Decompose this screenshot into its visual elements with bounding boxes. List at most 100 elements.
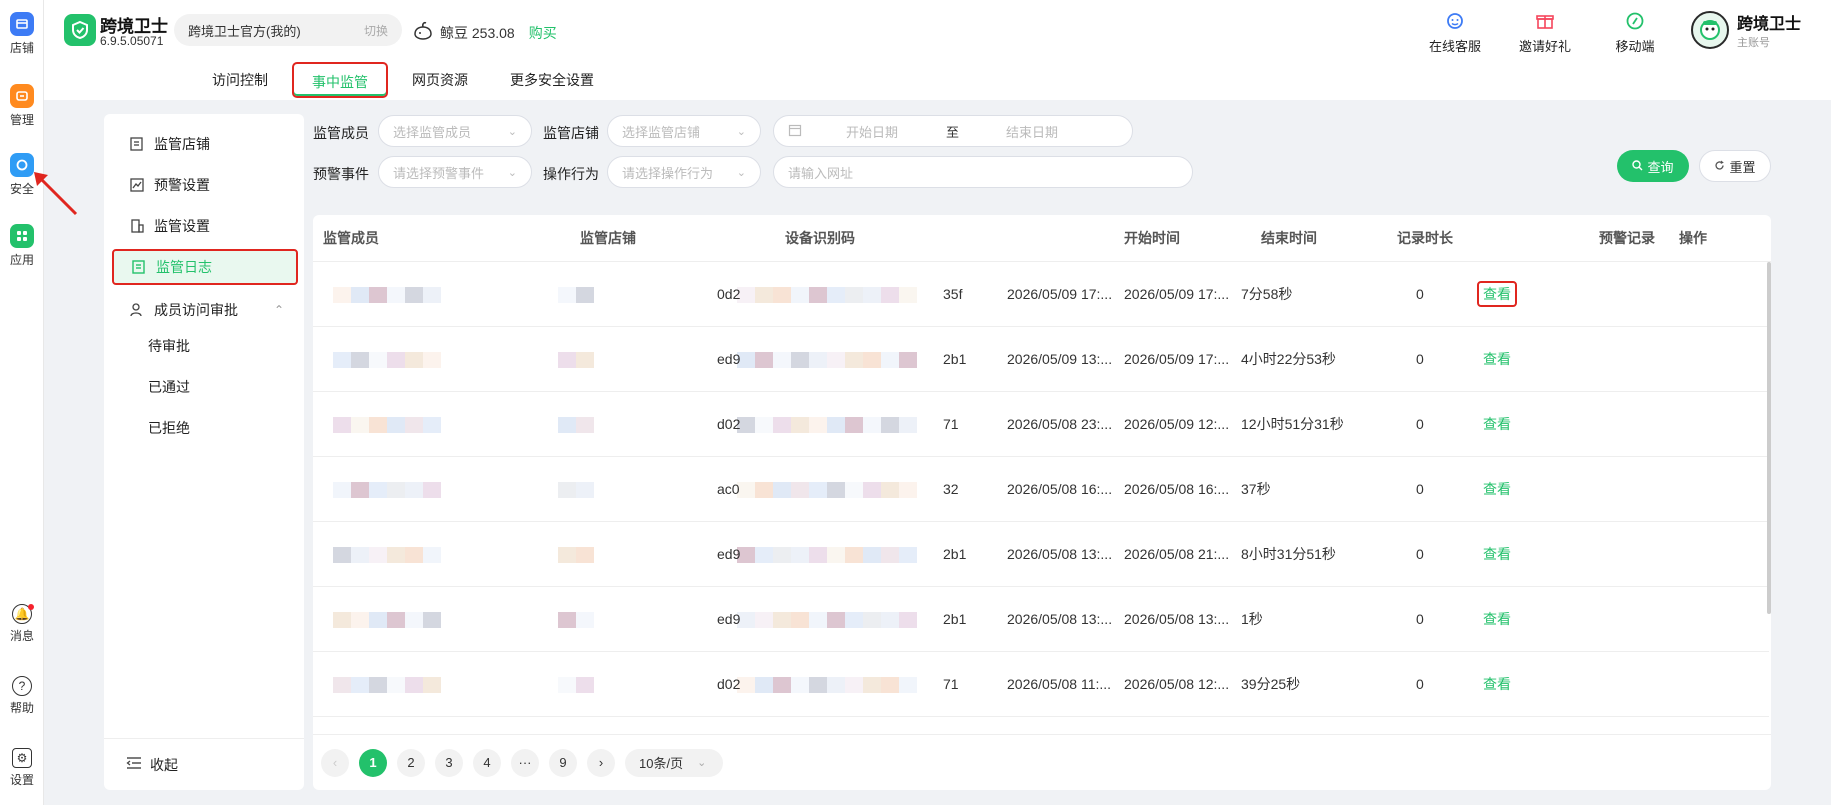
alert-count-cell: 0 [1416,351,1424,367]
page-button-9[interactable]: 9 [549,748,577,777]
org-switch-link[interactable]: 切换 [364,22,388,39]
chevron-down-icon: ⌄ [507,166,517,179]
end-time-cell: 2026/05/08 16:... [1124,481,1230,497]
redacted-member [333,327,441,392]
redacted-store [558,392,594,457]
online-support-button[interactable]: 在线客服 [1410,10,1500,55]
chevron-down-icon: ⌄ [736,166,746,179]
page-size-select[interactable]: 10条/页 ⌄ [625,748,723,777]
tab-more-security-settings[interactable]: 更多安全设置 [492,62,612,98]
redacted-store [558,262,594,327]
top-bar: 跨境卫士 6.9.5.05071 跨境卫士官方(我的) 切换 鲸豆 253.08… [44,0,1831,100]
page-button-1[interactable]: 1 [359,748,387,777]
start-date-placeholder[interactable]: 开始日期 [846,122,946,141]
rail-label: 设置 [9,773,34,787]
profile-menu[interactable]: 跨境卫士 主账号 [1690,10,1801,50]
store-list-icon [128,135,146,153]
alert-count-cell: 0 [1416,286,1424,302]
view-button[interactable]: 查看 [1483,587,1511,652]
buy-link[interactable]: 购买 [529,23,557,43]
manage-icon [10,84,34,108]
rail-item-settings[interactable]: ⚙ 设置 [0,748,44,788]
rail-item-store[interactable]: 店铺 [0,12,44,56]
org-switcher[interactable]: 跨境卫士官方(我的) 切换 [174,14,402,46]
gear-icon: ⚙ [12,748,32,768]
redacted-member [333,587,441,652]
sidebar-item-supervision-settings[interactable]: 监管设置 [112,208,298,244]
view-button[interactable]: 查看 [1483,392,1511,457]
rail-item-help[interactable]: ? 帮助 [0,676,44,716]
view-button[interactable]: 查看 [1483,652,1511,717]
rail-label: 管理 [9,113,34,127]
member-select-placeholder: 选择监管成员 [393,124,472,140]
mobile-button[interactable]: 移动端 [1590,10,1680,55]
table-row: d02 71 2026/05/08 23:... 2026/05/09 12:... 1… [313,392,1769,457]
end-date-placeholder[interactable]: 结束日期 [1006,122,1058,141]
sidebar-collapse-button[interactable]: 收起 [104,738,304,790]
alert-event-select[interactable]: 请选择预警事件 ⌄ [378,156,532,188]
event-filter-label: 预警事件 [313,166,369,182]
page-button-2[interactable]: 2 [397,748,425,777]
table-row: ed9 2b1 2026/05/08 13:... 2026/05/08 13:...… [313,587,1769,652]
redacted-member [333,652,441,717]
sidebar-item-alert-settings[interactable]: 预警设置 [112,167,298,203]
view-button[interactable]: 查看 [1483,327,1511,392]
sidebar-item-label: 预警设置 [154,177,210,193]
security-icon [10,153,34,177]
left-rail: 店铺 管理 安全 应用 🔔 消息 ? 帮助 ⚙ 设置 [0,0,44,805]
query-button[interactable]: 查询 [1617,150,1689,182]
view-button[interactable]: 查看 [1483,457,1511,522]
rail-item-messages[interactable]: 🔔 消息 [0,604,44,644]
view-button[interactable]: 查看 [1477,281,1517,307]
view-button[interactable]: 查看 [1483,522,1511,587]
sidebar-item-supervised-stores[interactable]: 监管店铺 [112,126,298,162]
device-id-prefix: ed9 [717,351,741,367]
redacted-store [558,522,594,587]
action-filter-label: 操作行为 [543,166,599,182]
end-time-cell: 2026/05/09 17:... [1124,286,1230,302]
sidebar-subitem-approved[interactable]: 已通过 [148,377,190,397]
reset-button[interactable]: 重置 [1699,150,1771,182]
sidebar-item-member-access-approval[interactable]: 成员访问审批 ⌃ [112,292,298,328]
col-alert-records: 预警记录 [1599,230,1655,246]
operation-select[interactable]: 请选择操作行为 ⌄ [607,156,761,188]
col-actions: 操作 [1679,230,1707,246]
help-icon: ? [12,676,32,696]
col-store: 监管店铺 [580,230,636,246]
page-button-3[interactable]: 3 [435,748,463,777]
alert-count-cell: 0 [1416,416,1424,432]
end-time-cell: 2026/05/08 12:... [1124,676,1230,692]
tab-web-resources[interactable]: 网页资源 [394,62,486,98]
page-size-label: 10条/页 [639,756,684,771]
alert-event-placeholder: 请选择预警事件 [393,165,485,181]
device-id-suffix: 2b1 [943,546,967,562]
rail-item-manage[interactable]: 管理 [0,84,44,128]
date-range-picker[interactable]: 开始日期 至 结束日期 [773,115,1133,147]
device-id-prefix: 0d2 [717,286,741,302]
table-scrollbar[interactable] [1767,262,1771,614]
invite-gift-button[interactable]: 邀请好礼 [1500,10,1590,55]
sidebar-subitem-rejected[interactable]: 已拒绝 [148,418,190,438]
start-time-cell: 2026/05/09 13:... [1007,351,1113,367]
table-header: 监管成员 监管店铺 设备识别码 开始时间 结束时间 记录时长 预警记录 操作 [313,215,1771,262]
member-select[interactable]: 选择监管成员 ⌄ [378,115,532,147]
url-input[interactable]: 请输入网址 [773,156,1193,188]
duration-cell: 8小时31分51秒 [1241,546,1336,562]
tab-access-control[interactable]: 访问控制 [194,62,286,98]
tab-in-process-supervision[interactable]: 事中监管 [292,62,388,98]
sidebar-item-supervision-logs[interactable]: 监管日志 [112,249,298,285]
sidebar-item-label: 成员访问审批 [154,302,238,318]
device-id-suffix: 71 [943,416,959,432]
rail-label: 店铺 [9,41,34,55]
sidebar-subitem-pending[interactable]: 待审批 [148,336,190,356]
alert-count-cell: 0 [1416,546,1424,562]
redacted-device-id [737,457,917,522]
redacted-device-id [737,652,917,717]
store-select[interactable]: 选择监管店铺 ⌄ [607,115,761,147]
page-button-4[interactable]: 4 [473,748,501,777]
prev-page-button[interactable]: ‹ [321,748,349,777]
redacted-device-id [737,522,917,587]
page-ellipsis-button[interactable]: ··· [511,748,539,777]
profile-role: 主账号 [1736,37,1770,49]
next-page-button[interactable]: › [587,748,615,777]
